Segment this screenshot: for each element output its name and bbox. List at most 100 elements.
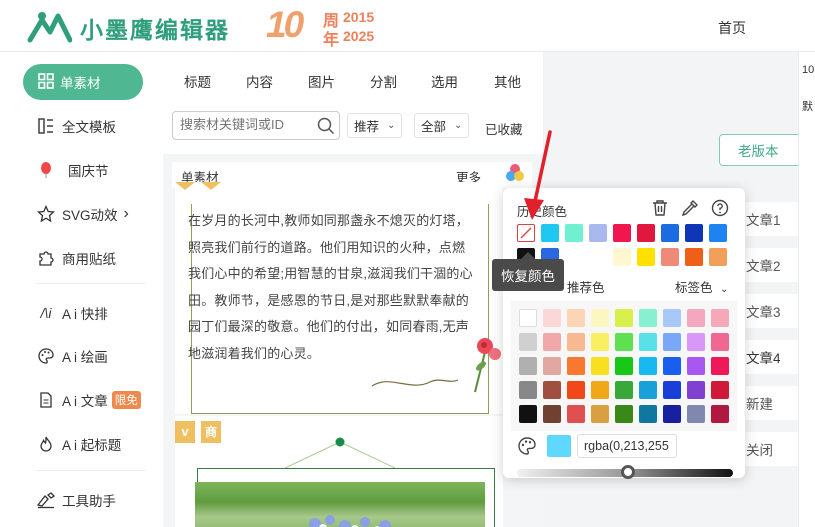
palette-color-swatch[interactable] <box>591 357 609 375</box>
nav-home-link[interactable]: 首页 <box>718 18 746 38</box>
palette-color-swatch[interactable] <box>519 405 537 423</box>
sidebar-item-tools[interactable]: 工具助手 <box>36 487 116 513</box>
sidebar-item-ai-painting[interactable]: A i 绘画 <box>36 343 108 369</box>
palette-color-swatch[interactable] <box>639 309 657 327</box>
tab-image[interactable]: 图片 <box>308 71 335 91</box>
old-version-button[interactable]: 老版本 <box>719 134 809 166</box>
palette-color-swatch[interactable] <box>615 381 633 399</box>
rgba-value-input[interactable]: rgba(0,213,255 <box>577 434 677 458</box>
palette-color-swatch[interactable] <box>711 357 729 375</box>
history-color-swatch[interactable] <box>565 224 583 242</box>
history-color-swatch[interactable] <box>661 224 679 242</box>
sidebar-item-ai-title[interactable]: A i 起标题 <box>36 431 121 457</box>
search-input[interactable] <box>180 117 310 132</box>
palette-color-swatch[interactable] <box>567 405 585 423</box>
article-tab-4[interactable]: 文章4 <box>740 340 800 374</box>
sidebar-item-stickers[interactable]: 商用贴纸 <box>36 245 116 271</box>
palette-color-swatch[interactable] <box>687 381 705 399</box>
sidebar-item-national-day[interactable]: 国庆节 <box>36 157 109 183</box>
history-color-swatch[interactable] <box>613 224 631 242</box>
palette-color-swatch[interactable] <box>591 405 609 423</box>
palette-color-swatch[interactable] <box>687 405 705 423</box>
history-color-swatch[interactable] <box>661 248 679 266</box>
palette-color-swatch[interactable] <box>711 309 729 327</box>
palette-color-swatch[interactable] <box>663 381 681 399</box>
palette-color-swatch[interactable] <box>615 405 633 423</box>
eyedropper-icon[interactable] <box>681 199 699 217</box>
article-tab-1[interactable]: 文章1 <box>740 202 800 236</box>
close-button[interactable]: 关闭 <box>740 432 800 466</box>
palette-color-swatch[interactable] <box>639 381 657 399</box>
palette-icon[interactable] <box>517 436 537 456</box>
search-icon[interactable] <box>317 117 335 135</box>
palette-color-swatch[interactable] <box>711 381 729 399</box>
sidebar-item-full-template[interactable]: 全文模板 <box>36 113 116 139</box>
sort-select[interactable]: 推荐 ⌄ <box>347 113 403 138</box>
palette-color-swatch[interactable] <box>663 405 681 423</box>
opacity-slider-handle[interactable] <box>621 465 635 479</box>
palette-color-swatch[interactable] <box>543 333 561 351</box>
palette-color-swatch[interactable] <box>567 381 585 399</box>
current-color-swatch[interactable] <box>547 435 571 457</box>
help-icon[interactable] <box>711 199 729 217</box>
trash-icon[interactable] <box>652 199 668 217</box>
palette-color-swatch[interactable] <box>615 333 633 351</box>
palette-color-swatch[interactable] <box>519 333 537 351</box>
new-article-button[interactable]: 新建 <box>740 386 800 420</box>
palette-color-swatch[interactable] <box>663 357 681 375</box>
search-box[interactable] <box>172 111 340 140</box>
history-color-swatch[interactable] <box>517 224 535 242</box>
palette-color-swatch[interactable] <box>591 333 609 351</box>
palette-color-swatch[interactable] <box>567 309 585 327</box>
palette-color-swatch[interactable] <box>567 357 585 375</box>
history-color-swatch[interactable] <box>589 224 607 242</box>
favorites-link[interactable]: 已收藏 <box>485 119 523 138</box>
history-color-swatch[interactable] <box>685 224 703 242</box>
reset-color-icon[interactable] <box>518 225 534 241</box>
sidebar-item-single-material[interactable]: 单素材 <box>23 64 143 100</box>
tab-other[interactable]: 其他 <box>494 71 521 91</box>
palette-color-swatch[interactable] <box>591 381 609 399</box>
palette-color-swatch[interactable] <box>711 405 729 423</box>
tab-selected[interactable]: 选用 <box>431 71 458 91</box>
tab-content[interactable]: 内容 <box>246 71 273 91</box>
palette-color-swatch[interactable] <box>639 357 657 375</box>
palette-color-swatch[interactable] <box>543 309 561 327</box>
palette-color-swatch[interactable] <box>663 309 681 327</box>
range-select[interactable]: 全部 ⌄ <box>414 113 470 138</box>
palette-color-swatch[interactable] <box>663 333 681 351</box>
history-color-swatch[interactable] <box>637 224 655 242</box>
article-tab-2[interactable]: 文章2 <box>740 248 800 282</box>
tag-color-select[interactable]: 标签色 ⌄ <box>675 277 728 296</box>
tab-divider[interactable]: 分割 <box>370 71 397 91</box>
history-color-swatch[interactable] <box>709 248 727 266</box>
sidebar-item-svg-animation[interactable]: SVG动效 › <box>36 201 129 227</box>
palette-color-swatch[interactable] <box>543 405 561 423</box>
palette-color-swatch[interactable] <box>615 357 633 375</box>
tab-title[interactable]: 标题 <box>184 71 211 91</box>
palette-color-swatch[interactable] <box>687 333 705 351</box>
palette-color-swatch[interactable] <box>639 405 657 423</box>
article-tab-3[interactable]: 文章3 <box>740 294 800 328</box>
palette-color-swatch[interactable] <box>615 309 633 327</box>
history-color-swatch[interactable] <box>613 248 631 266</box>
palette-color-swatch[interactable] <box>519 381 537 399</box>
history-color-swatch[interactable] <box>637 248 655 266</box>
palette-color-swatch[interactable] <box>519 357 537 375</box>
logo-text[interactable]: 小墨鹰编辑器 <box>80 11 230 45</box>
palette-color-swatch[interactable] <box>687 357 705 375</box>
palette-color-swatch[interactable] <box>519 309 537 327</box>
palette-color-swatch[interactable] <box>711 333 729 351</box>
sidebar-item-ai-article[interactable]: A i 文章 限免 <box>36 387 141 413</box>
palette-color-swatch[interactable] <box>543 357 561 375</box>
palette-color-swatch[interactable] <box>591 309 609 327</box>
history-color-swatch[interactable] <box>685 248 703 266</box>
palette-color-swatch[interactable] <box>567 333 585 351</box>
history-color-swatch[interactable] <box>541 224 559 242</box>
palette-color-swatch[interactable] <box>639 333 657 351</box>
palette-color-swatch[interactable] <box>687 309 705 327</box>
history-color-swatch[interactable] <box>709 224 727 242</box>
logo-icon[interactable] <box>26 10 72 44</box>
palette-color-swatch[interactable] <box>543 381 561 399</box>
sidebar-item-ai-layout[interactable]: /\i A i 快排 <box>36 300 108 326</box>
